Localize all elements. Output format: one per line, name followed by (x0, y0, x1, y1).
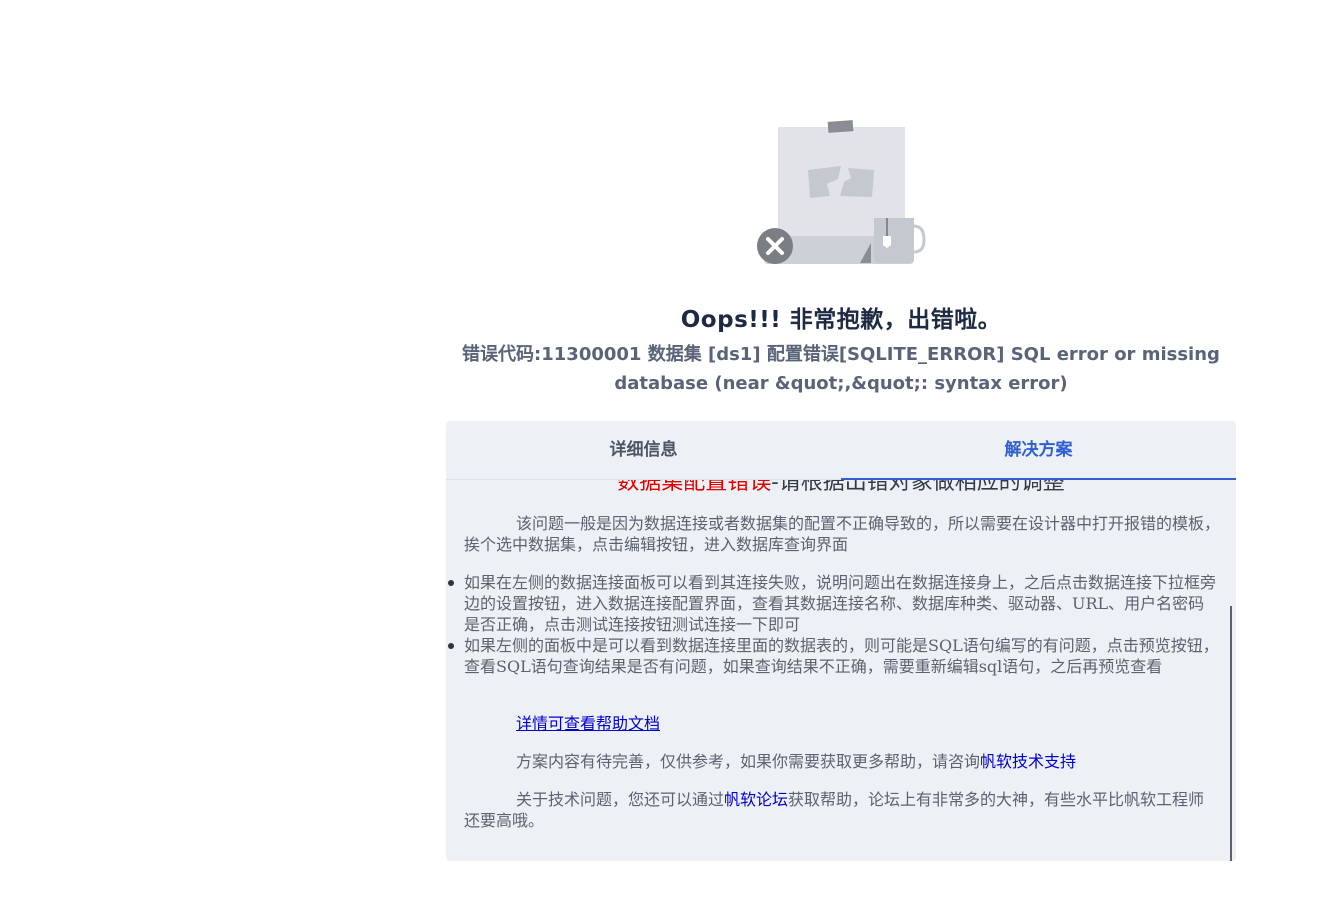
tech-support-link[interactable]: 帆软技术支持 (980, 752, 1076, 771)
info-panel: 详细信息 解决方案 数据集配置错误-请根据出错对象做相应的调整 该问题一般是因为… (446, 421, 1236, 861)
list-item: 如果在左侧的数据连接面板可以看到其连接失败，说明问题出在数据连接身上，之后点击数… (446, 572, 1220, 635)
scrollbar[interactable] (1230, 606, 1232, 861)
forum-link[interactable]: 帆软论坛 (724, 790, 788, 809)
tab-solution[interactable]: 解决方案 (841, 421, 1236, 480)
list-item: 如果左侧的面板中是可以看到数据连接里面的数据表的，则可能是SQL语句编写的有问题… (446, 635, 1220, 677)
forum-paragraph: 关于技术问题，您还可以通过帆软论坛获取帮助，论坛上有非常多的大神，有些水平比帆软… (464, 790, 1205, 830)
help-doc-link[interactable]: 详情可查看帮助文档 (516, 714, 660, 733)
solution-heading-red: 数据集配置错误 (617, 480, 772, 495)
broken-page-illustration (757, 120, 926, 264)
solution-bullet-list: 如果在左侧的数据连接面板可以看到其连接失败，说明问题出在数据连接身上，之后点击数… (446, 572, 1220, 677)
solution-heading: 数据集配置错误-请根据出错对象做相应的调整 (446, 480, 1236, 496)
close-circle-icon (757, 228, 793, 264)
support-paragraph: 方案内容有待完善，仅供参考，如果你需要获取更多帮助，请咨询帆软技术支持 (516, 752, 1077, 771)
solution-intro: 该问题一般是因为数据连接或者数据集的配置不正确导致的，所以需要在设计器中打开报错… (464, 514, 1221, 554)
tab-details[interactable]: 详细信息 (446, 421, 841, 479)
tab-bar: 详细信息 解决方案 (446, 421, 1236, 480)
solution-heading-rest: -请根据出错对象做相应的调整 (771, 480, 1065, 495)
bullet-dot (448, 643, 454, 649)
help-doc-paragraph: 详情可查看帮助文档 (464, 713, 1220, 734)
error-title: Oops!!! 非常抱歉，出错啦。 (680, 307, 1002, 333)
error-page: Oops!!! 非常抱歉，出错啦。 错误代码:11300001 数据集 [ds1… (0, 0, 1337, 919)
error-message: 错误代码:11300001 数据集 [ds1] 配置错误[SQLITE_ERRO… (462, 344, 1220, 394)
bullet-dot (448, 580, 454, 586)
solution-content[interactable]: 数据集配置错误-请根据出错对象做相应的调整 该问题一般是因为数据连接或者数据集的… (446, 480, 1236, 861)
